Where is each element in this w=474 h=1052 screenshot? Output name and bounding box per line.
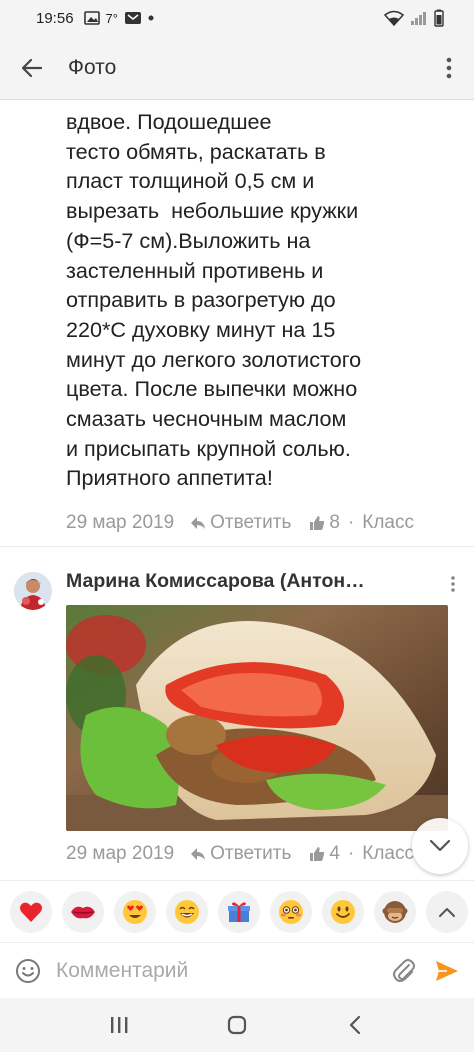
comment-menu-button[interactable]: [446, 572, 460, 600]
system-navigation-bar: [0, 998, 474, 1052]
comment-date: 29 мар 2019: [66, 512, 175, 533]
reply-icon: [191, 848, 206, 860]
home-icon: [227, 1015, 247, 1035]
attach-button[interactable]: [384, 943, 424, 999]
like-label: Класс: [362, 512, 415, 533]
emoji-bar: [0, 880, 474, 942]
app-bar: Фото: [0, 36, 474, 100]
reply-label: Ответить: [210, 512, 292, 533]
avatar[interactable]: [14, 572, 52, 610]
expand-emoji-button[interactable]: [426, 890, 468, 933]
more-vertical-icon: [451, 576, 455, 592]
shawarma-photo: [66, 605, 448, 831]
like-label: Класс: [362, 843, 415, 864]
flushed-icon: [279, 899, 303, 924]
comment-meta: 29 мар 2019 Ответить 8 · Класс: [66, 512, 414, 534]
chevron-down-icon: [429, 839, 451, 852]
smile-icon: [16, 958, 40, 983]
like-count: 4: [329, 843, 340, 864]
more-vertical-icon: [446, 57, 452, 78]
emoji-smiling-button[interactable]: [322, 890, 364, 933]
heart-eyes-icon: [123, 899, 147, 924]
comments-list[interactable]: вдвое. Подошедшее тесто обмять, раскатат…: [0, 100, 474, 880]
comment-photo[interactable]: [66, 605, 448, 831]
comment-input-bar: [0, 942, 474, 998]
laughing-icon: [175, 899, 199, 924]
comment-line: цвета. После выпечки можно: [66, 376, 358, 402]
gift-icon: [228, 901, 250, 922]
comment-line: вырезать небольшие кружки: [66, 198, 359, 224]
thumbs-up-icon: [310, 847, 325, 861]
comment-input[interactable]: [56, 958, 376, 983]
comment-line: (Ф=5-7 см).Выложить на: [66, 227, 311, 253]
comment-line: застеленный противень и: [66, 257, 324, 283]
monkey-see-no-evil-icon: [382, 900, 408, 923]
overflow-menu-button[interactable]: [424, 36, 474, 100]
smiling-icon: [331, 899, 355, 924]
chevron-up-icon: [439, 907, 455, 917]
comment-line: 220*С духовку минут на 15: [66, 316, 336, 342]
comment-line: пласт толщиной 0,5 см и: [66, 168, 315, 194]
paperclip-icon: [393, 958, 415, 982]
comment-line: Приятного аппетита!: [66, 465, 273, 491]
page-title: Фото: [68, 55, 117, 79]
divider: [0, 546, 474, 547]
notification-icon: [124, 12, 141, 24]
system-back-button[interactable]: [335, 1005, 375, 1045]
comment-line: смазать чесночным маслом: [66, 406, 347, 432]
emoji-gift-button[interactable]: [218, 890, 260, 933]
chevron-left-icon: [349, 1015, 361, 1035]
recent-apps-icon: [111, 1017, 128, 1033]
status-bar: 19:56 7°: [0, 0, 474, 36]
comment-meta: 29 мар 2019 Ответить 4 · Класс: [66, 843, 414, 865]
dot-icon: [148, 15, 154, 21]
comment-line: отправить в разогретую до: [66, 287, 336, 313]
emoji-heart-eyes-button[interactable]: [114, 890, 156, 933]
battery-icon: [434, 9, 444, 27]
image-icon: [83, 11, 100, 25]
status-time: 19:56: [36, 9, 74, 27]
comment-line: минут до легкого золотистого: [66, 346, 362, 372]
reply-icon: [191, 517, 206, 529]
emoji-monkey-button[interactable]: [374, 890, 416, 933]
like-button[interactable]: 8 · Класс: [309, 512, 414, 534]
comment-line: вдвое. Подошедшее: [66, 109, 272, 134]
arrow-left-icon: [21, 58, 43, 77]
emoji-flushed-button[interactable]: [270, 890, 312, 933]
signal-icon: [411, 12, 426, 25]
comment-date: 29 мар 2019: [66, 843, 175, 864]
reply-label: Ответить: [210, 843, 292, 864]
wifi-icon: [384, 10, 404, 26]
back-button[interactable]: [0, 36, 64, 100]
send-button[interactable]: [424, 943, 470, 999]
recent-apps-button[interactable]: [99, 1005, 139, 1045]
emoji-laughing-button[interactable]: [166, 890, 208, 933]
status-temperature: 7°: [105, 10, 118, 26]
heart-icon: [19, 902, 43, 922]
home-button[interactable]: [217, 1005, 257, 1045]
send-icon: [436, 960, 458, 981]
comment-text: вдвое. Подошедшее тесто обмять, раскатат…: [66, 100, 456, 493]
like-button[interactable]: 4 · Класс: [309, 843, 414, 865]
scroll-down-button[interactable]: [412, 818, 468, 874]
emoji-heart-button[interactable]: [10, 890, 52, 933]
emoji-picker-button[interactable]: [0, 943, 56, 999]
reply-button[interactable]: Ответить: [190, 843, 291, 865]
emoji-kiss-button[interactable]: [62, 890, 104, 933]
like-count: 8: [329, 512, 340, 533]
comment-line: и присыпать крупной солью.: [66, 435, 351, 461]
thumbs-up-icon: [310, 516, 325, 530]
avatar-image: [14, 572, 52, 610]
comment-author[interactable]: Марина Комиссарова (Антон…: [66, 570, 365, 593]
lips-kiss-icon: [71, 906, 95, 918]
reply-button[interactable]: Ответить: [190, 512, 291, 534]
comment-line: тесто обмять, раскатать в: [66, 138, 326, 164]
